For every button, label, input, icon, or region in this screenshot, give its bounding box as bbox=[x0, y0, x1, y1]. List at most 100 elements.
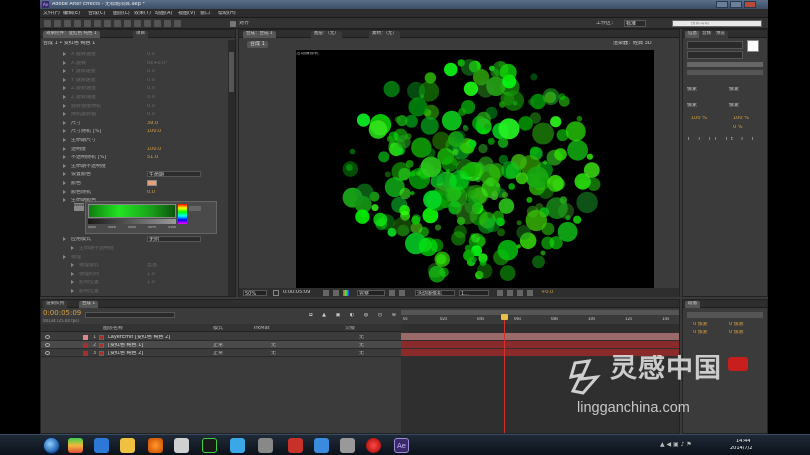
layer-name[interactable]: LayerEmit [变红色 纯色 2] bbox=[108, 335, 170, 340]
renderer-value[interactable]: 经典 3D bbox=[633, 41, 652, 46]
align-checkbox[interactable] bbox=[230, 21, 236, 27]
visibility-eye-icon[interactable] bbox=[45, 343, 50, 347]
fx-property-row[interactable]: 透明度 100.0 bbox=[41, 145, 225, 153]
roi-icon[interactable] bbox=[389, 290, 395, 296]
app-icon-2[interactable] bbox=[94, 438, 109, 453]
menu-view[interactable]: 视图(V) bbox=[178, 11, 195, 16]
set-color-select[interactable]: 生命期 bbox=[147, 171, 201, 178]
fx-row-value[interactable]: 坠落 bbox=[147, 263, 157, 268]
expand-arrow-icon[interactable] bbox=[63, 86, 66, 91]
col-mode[interactable]: 模式 bbox=[213, 326, 223, 331]
resolution-select[interactable]: 完整 bbox=[357, 290, 385, 296]
fx-physics-row[interactable]: 物理时间 1.0 bbox=[41, 270, 225, 278]
fx-property-row[interactable]: Y 旋转速度 0.0 bbox=[41, 76, 225, 84]
expand-arrow-icon[interactable] bbox=[71, 271, 74, 276]
fx-row-value[interactable]: 0x+0.0° bbox=[147, 61, 168, 66]
exposure-value[interactable]: +0.0 bbox=[541, 290, 553, 295]
fx-property-row[interactable]: 生命期尺寸 bbox=[41, 136, 225, 144]
layer-parent[interactable]: 无 bbox=[359, 351, 364, 356]
fast-preview-icon[interactable] bbox=[507, 290, 513, 296]
expand-arrow-icon[interactable] bbox=[63, 77, 66, 82]
expand-arrow-icon[interactable] bbox=[63, 95, 66, 99]
camera-tool-icon[interactable] bbox=[84, 20, 91, 27]
fx-property-row[interactable]: 设置颜色 生命期 bbox=[41, 170, 225, 178]
expand-arrow-icon[interactable] bbox=[63, 52, 66, 56]
col-layer-name[interactable]: 图层名称 bbox=[103, 326, 123, 331]
viewer-timecode[interactable]: 0:00:05:09 bbox=[283, 290, 310, 295]
space-before[interactable]: 0 像素 bbox=[693, 330, 708, 335]
timeline-toggle-icon[interactable] bbox=[517, 290, 523, 296]
channel-icon[interactable] bbox=[343, 290, 349, 296]
tab-preview[interactable]: 预览 bbox=[713, 31, 728, 38]
fx-property-row[interactable]: Y 旋转速度 0.0 bbox=[41, 67, 225, 75]
comp-name-button[interactable]: 合成 1 bbox=[247, 41, 268, 48]
after-effects-taskbar-icon[interactable]: Ae bbox=[394, 438, 409, 453]
tab-layer[interactable]: 图层：（无） bbox=[311, 31, 342, 38]
fx-scrollbar[interactable] bbox=[228, 40, 235, 296]
layer-mode[interactable]: 正常 bbox=[213, 351, 223, 356]
close-button[interactable] bbox=[744, 1, 756, 8]
layer-mode[interactable]: 正常 bbox=[213, 343, 223, 348]
tab-composition[interactable]: 合成：合成 1 bbox=[243, 31, 276, 38]
menu-file[interactable]: 文件(F) bbox=[43, 11, 60, 16]
fx-row-value[interactable]: 100.0 bbox=[147, 147, 161, 152]
fx-property-row[interactable]: Z 旋转速度 0.0 bbox=[41, 93, 225, 101]
pen-tool-icon[interactable] bbox=[114, 20, 121, 27]
expand-arrow-icon[interactable] bbox=[71, 288, 74, 293]
col-parent[interactable]: 父级 bbox=[345, 326, 355, 331]
zoom-tool-icon[interactable] bbox=[64, 20, 71, 27]
fx-row-value[interactable]: 0.0 bbox=[147, 69, 155, 74]
transparency-grid-icon[interactable] bbox=[399, 290, 405, 296]
expand-arrow-icon[interactable] bbox=[71, 280, 74, 284]
layer-parent[interactable]: 无 bbox=[359, 335, 364, 340]
expand-arrow-icon[interactable] bbox=[63, 172, 66, 177]
indent-right[interactable]: 0 像素 bbox=[729, 322, 744, 327]
expand-arrow-icon[interactable] bbox=[63, 155, 66, 160]
layer-trkmat[interactable]: 无 bbox=[271, 351, 276, 356]
fx-property-row[interactable]: 尺寸 39.0 bbox=[41, 119, 225, 127]
preset-swatches[interactable] bbox=[178, 204, 187, 224]
tab-info[interactable]: 信息 bbox=[685, 31, 700, 38]
current-time-indicator[interactable] bbox=[500, 314, 508, 433]
fx-row-value[interactable]: 0.0 bbox=[147, 112, 155, 117]
tab-project[interactable]: 项目 bbox=[133, 31, 148, 38]
layer-row[interactable]: 2 [变红色 纯色 1] 正常 无 无 bbox=[41, 341, 401, 349]
menu-animation[interactable]: 动画(A) bbox=[155, 11, 172, 16]
app-icon-11[interactable] bbox=[340, 438, 355, 453]
fx-row-value[interactable]: 1.0 bbox=[147, 280, 155, 285]
layer-row[interactable]: 1 LayerEmit [变红色 纯色 2] 无 bbox=[41, 333, 401, 341]
fx-physics-row[interactable]: 生命期不透明度 bbox=[41, 244, 225, 252]
menu-effect[interactable]: 效果(T) bbox=[134, 11, 151, 16]
fx-row-value[interactable]: 0.0 bbox=[147, 78, 155, 83]
fx-property-row[interactable]: X 旋转速度 0.0 bbox=[41, 50, 225, 58]
snapshot-icon[interactable] bbox=[323, 290, 329, 296]
rotate-tool-icon[interactable] bbox=[74, 20, 81, 27]
tab-comp-1[interactable]: 合成 1 bbox=[79, 301, 99, 308]
font-size-row[interactable] bbox=[687, 62, 763, 67]
expand-arrow-icon[interactable] bbox=[63, 103, 66, 108]
app-icon-8[interactable] bbox=[258, 438, 273, 453]
fx-physics-row[interactable]: 物理 bbox=[41, 253, 225, 261]
fx-property-row[interactable]: 尺寸随机 [%] 100.0 bbox=[41, 127, 225, 135]
text-style-buttons[interactable]: T T TT Tt T T bbox=[687, 137, 757, 142]
menu-window[interactable]: 窗口 bbox=[200, 11, 210, 16]
fx-scrollbar-thumb[interactable] bbox=[229, 52, 234, 92]
browser-icon[interactable] bbox=[230, 438, 245, 453]
fx-property-row[interactable]: 随机旋转轴 0.0 bbox=[41, 110, 225, 118]
layer-trkmat[interactable]: 无 bbox=[271, 343, 276, 348]
composition-canvas[interactable] bbox=[296, 50, 654, 288]
layer-label-color[interactable] bbox=[83, 351, 88, 356]
explorer-icon[interactable] bbox=[120, 438, 135, 453]
col-trkmat[interactable]: TrkMat bbox=[253, 326, 270, 331]
expand-arrow-icon[interactable] bbox=[63, 138, 66, 142]
preset-button[interactable] bbox=[189, 206, 201, 211]
font-family-select[interactable] bbox=[687, 41, 743, 49]
brush-tool-icon[interactable] bbox=[134, 20, 141, 27]
gradient-editor[interactable]: 0000 0026 0050 0075 0100 PRESET bbox=[74, 201, 217, 234]
expand-arrow-icon[interactable] bbox=[63, 254, 66, 259]
font-style-select[interactable] bbox=[687, 51, 743, 59]
text-tool-icon[interactable] bbox=[124, 20, 131, 27]
firefox-icon[interactable] bbox=[148, 438, 163, 453]
fx-row-value[interactable]: 0.0 bbox=[147, 95, 155, 100]
expand-arrow-icon[interactable] bbox=[71, 246, 74, 250]
